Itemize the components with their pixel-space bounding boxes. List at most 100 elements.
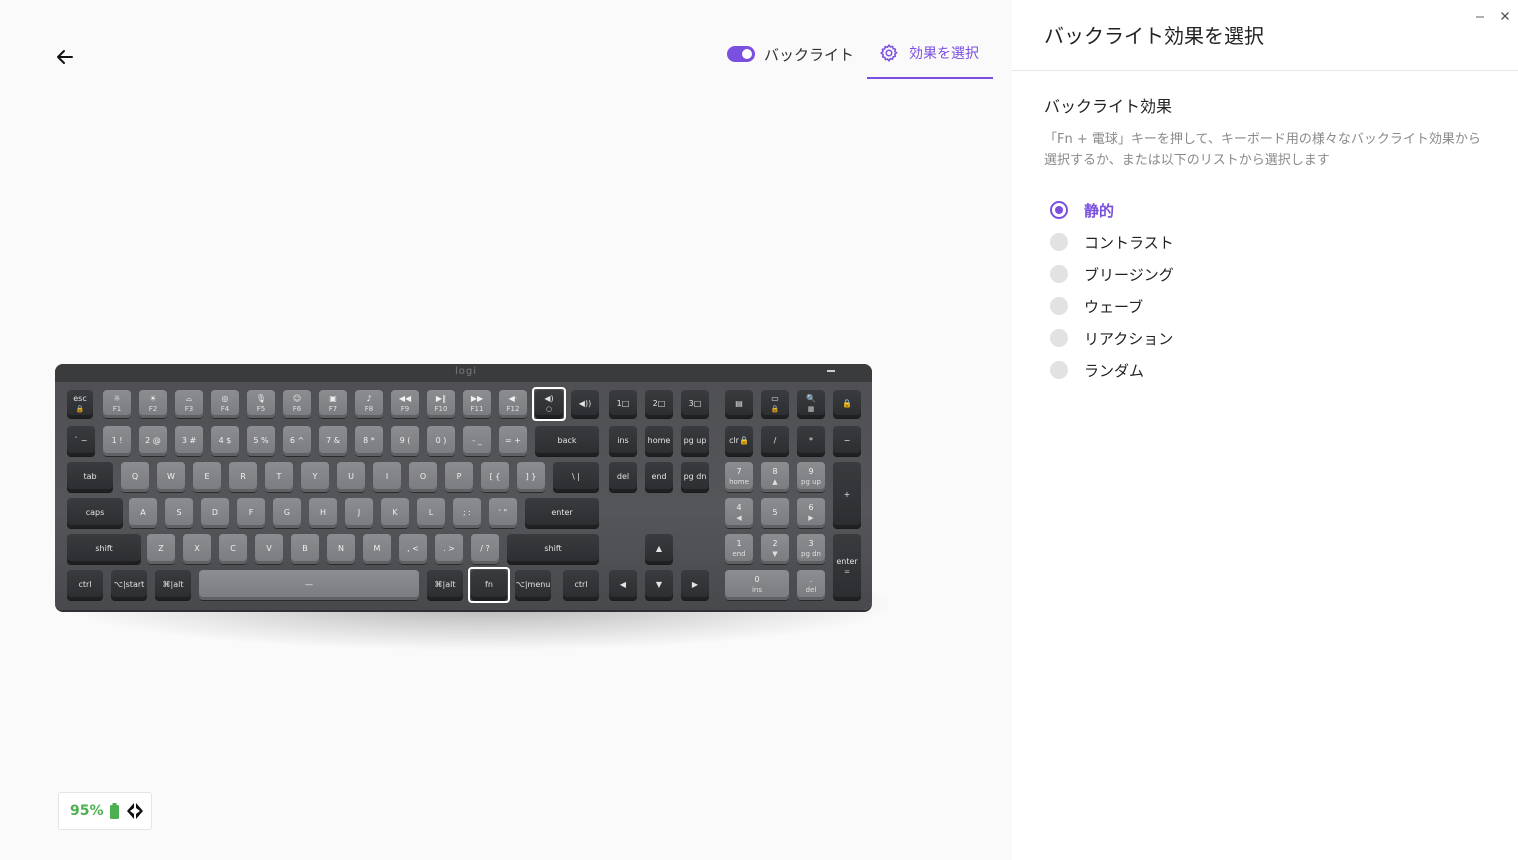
key-▶[interactable]: ▶ — [681, 570, 709, 600]
key-ins[interactable]: ins — [609, 426, 637, 456]
key-del[interactable]: del — [609, 462, 637, 492]
key-8-*[interactable]: 8 * — [355, 426, 383, 456]
key-⌥|menu[interactable]: ⌥|menu — [515, 570, 551, 600]
key-]-}[interactable]: ] } — [517, 462, 545, 492]
key-W[interactable]: W — [157, 462, 185, 492]
key-G[interactable]: G — [273, 498, 301, 528]
key-▶▶[interactable]: ▶▶ F11 — [463, 390, 491, 418]
key-C[interactable]: C — [219, 534, 247, 564]
radio-unselected-icon[interactable] — [1050, 233, 1068, 251]
key-K[interactable]: K — [381, 498, 409, 528]
key-back[interactable]: back — [535, 426, 599, 456]
radio-unselected-icon[interactable] — [1050, 329, 1068, 347]
key-end[interactable]: end — [645, 462, 673, 492]
key-fn[interactable]: fn — [468, 567, 510, 603]
key-⌘|alt[interactable]: ⌘|alt — [155, 570, 191, 600]
effect-option-0[interactable]: 静的 — [1050, 196, 1114, 224]
key-'-"[interactable]: ' " — [489, 498, 517, 528]
key-8[interactable]: 8 ▲ — [761, 462, 789, 492]
key-enter[interactable]: enter = — [833, 534, 861, 600]
key-☼[interactable]: ☼ F1 — [103, 390, 131, 418]
key-\-|[interactable]: \ | — [553, 462, 599, 492]
key-M[interactable]: M — [363, 534, 391, 564]
key-3-#[interactable]: 3 # — [175, 426, 203, 456]
radio-unselected-icon[interactable] — [1050, 297, 1068, 315]
key---_[interactable]: - _ — [463, 426, 491, 456]
key-2□[interactable]: 2□ — [645, 390, 673, 418]
key-⌓[interactable]: ⌓ F3 — [175, 390, 203, 418]
radio-unselected-icon[interactable] — [1050, 265, 1068, 283]
key-▭[interactable]: ▭ 🔒 — [761, 390, 789, 418]
key-1-![interactable]: 1 ! — [103, 426, 131, 456]
key-—[interactable]: — — [199, 570, 419, 600]
effect-option-1[interactable]: コントラスト — [1050, 228, 1174, 256]
back-button[interactable] — [52, 44, 78, 70]
key-.->[interactable]: . > — [435, 534, 463, 564]
key-2[interactable]: 2 ▼ — [761, 534, 789, 564]
key-▤[interactable]: ▤ — [725, 390, 753, 418]
key-6[interactable]: 6 ▶ — [797, 498, 825, 528]
key-9-([interactable]: 9 ( — [391, 426, 419, 456]
key-F[interactable]: F — [237, 498, 265, 528]
key-P[interactable]: P — [445, 462, 473, 492]
key-.[interactable]: . del — [797, 570, 825, 600]
key-T[interactable]: T — [265, 462, 293, 492]
close-button[interactable] — [1499, 7, 1511, 20]
key-🔍[interactable]: 🔍 ▦ — [797, 390, 825, 418]
key-+[interactable]: + — [833, 462, 861, 528]
key-L[interactable]: L — [417, 498, 445, 528]
key-3□[interactable]: 3□ — [681, 390, 709, 418]
key-6-^[interactable]: 6 ^ — [283, 426, 311, 456]
key-pg-dn[interactable]: pg dn — [681, 462, 709, 492]
key-O[interactable]: O — [409, 462, 437, 492]
key-enter[interactable]: enter — [525, 498, 599, 528]
key-◀))[interactable]: ◀)) — [571, 390, 599, 418]
key-▲[interactable]: ▲ — [645, 534, 673, 564]
key-ctrl[interactable]: ctrl — [67, 570, 103, 600]
key-🎙[interactable]: 🎙 F5 — [247, 390, 275, 418]
key-Y[interactable]: Y — [301, 462, 329, 492]
backlight-switch[interactable] — [727, 46, 755, 62]
key-E[interactable]: E — [193, 462, 221, 492]
key-Z[interactable]: Z — [147, 534, 175, 564]
key-V[interactable]: V — [255, 534, 283, 564]
key-⌥|start[interactable]: ⌥|start — [111, 570, 147, 600]
key-◀)[interactable]: ◀) ○ — [532, 387, 566, 421]
key-◎[interactable]: ◎ F4 — [211, 390, 239, 418]
key-=-+[interactable]: = + — [499, 426, 527, 456]
key-shift[interactable]: shift — [507, 534, 599, 564]
key-Q[interactable]: Q — [121, 462, 149, 492]
key-◀[interactable]: ◀ — [609, 570, 637, 600]
key-5-%[interactable]: 5 % — [247, 426, 275, 456]
key-S[interactable]: S — [165, 498, 193, 528]
key-shift[interactable]: shift — [67, 534, 141, 564]
minimize-button[interactable] — [1474, 7, 1486, 19]
key-;-:[interactable]: ; : — [453, 498, 481, 528]
key-1[interactable]: 1 end — [725, 534, 753, 564]
key-J[interactable]: J — [345, 498, 373, 528]
key-☺[interactable]: ☺ F6 — [283, 390, 311, 418]
backlight-toggle[interactable]: バックライト — [727, 42, 854, 66]
key-B[interactable]: B — [291, 534, 319, 564]
key-*[interactable]: * — [797, 426, 825, 456]
key-,-<[interactable]: , < — [399, 534, 427, 564]
key-🔒[interactable]: 🔒 — [833, 390, 861, 418]
key-I[interactable]: I — [373, 462, 401, 492]
key-1□[interactable]: 1□ — [609, 390, 637, 418]
key-`-~[interactable]: ` ~ — [67, 426, 95, 456]
key-◀◀[interactable]: ◀◀ F9 — [391, 390, 419, 418]
effect-option-2[interactable]: ブリージング — [1050, 260, 1174, 288]
key-caps[interactable]: caps — [67, 498, 123, 528]
effect-option-3[interactable]: ウェーブ — [1050, 292, 1143, 320]
effect-option-5[interactable]: ランダム — [1050, 356, 1144, 384]
key-4[interactable]: 4 ◀ — [725, 498, 753, 528]
radio-selected-icon[interactable] — [1050, 201, 1068, 219]
key-esc[interactable]: esc 🔒 — [67, 390, 93, 418]
key-A[interactable]: A — [129, 498, 157, 528]
key-▶‖[interactable]: ▶‖ F10 — [427, 390, 455, 418]
key-▣[interactable]: ▣ F7 — [319, 390, 347, 418]
key-pg-up[interactable]: pg up — [681, 426, 709, 456]
key-N[interactable]: N — [327, 534, 355, 564]
key-♪[interactable]: ♪ F8 — [355, 390, 383, 418]
key-X[interactable]: X — [183, 534, 211, 564]
